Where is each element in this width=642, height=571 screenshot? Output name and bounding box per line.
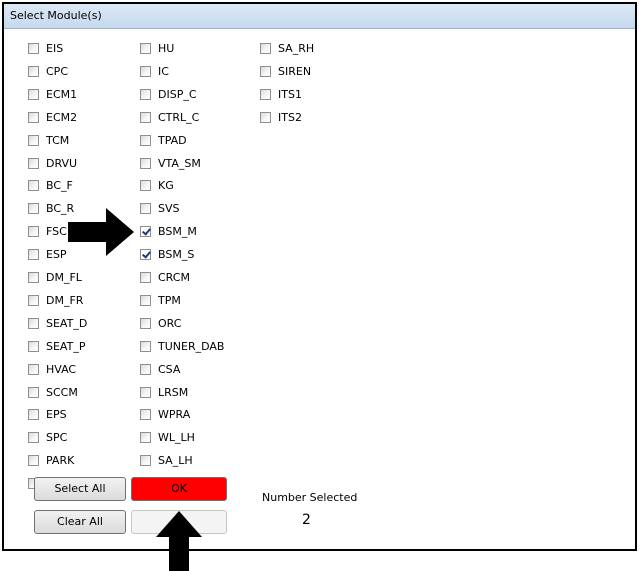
- checkbox-box[interactable]: [28, 455, 39, 467]
- checkbox-label: SCCM: [46, 385, 78, 399]
- checkbox-box[interactable]: [140, 455, 151, 467]
- checkbox-label: SVS: [158, 202, 180, 216]
- checkbox-label: WPRA: [158, 408, 191, 422]
- window-title: Select Module(s): [10, 9, 102, 22]
- ok-button[interactable]: OK: [131, 477, 227, 501]
- checkbox-box[interactable]: [28, 409, 39, 421]
- checkbox-box[interactable]: [140, 134, 151, 146]
- clear-all-button[interactable]: Clear All: [34, 510, 126, 534]
- checkbox-box[interactable]: [140, 340, 151, 352]
- checkbox-label: BSM_S: [158, 248, 195, 262]
- checkbox-box[interactable]: [140, 409, 151, 421]
- checkbox-box[interactable]: [28, 157, 39, 169]
- checkbox-label: DRVU: [46, 156, 78, 170]
- checkbox-label: EPS: [46, 408, 67, 422]
- dialog-client-area: EIS CPC ECM1 ECM2 TCM DRVU BC_F BC_R FSC ESP DM_FL…: [4, 29, 635, 549]
- checkbox-label: DISP_C: [158, 87, 197, 101]
- checkbox-label: LRSM: [158, 385, 189, 399]
- checkbox-label: SA_RH: [278, 42, 315, 55]
- checkbox-box[interactable]: [28, 203, 39, 215]
- checkbox-box[interactable]: [28, 317, 39, 329]
- checkbox-label: SPC: [46, 431, 68, 445]
- checkbox-box[interactable]: [28, 363, 39, 375]
- checkbox-box[interactable]: [28, 340, 39, 352]
- checkbox-label: IC: [158, 64, 169, 78]
- checkbox-label: DM_FL: [46, 271, 82, 284]
- checkbox-label: CSA: [158, 362, 181, 376]
- checkbox-label: HVAC: [46, 362, 77, 376]
- checkbox-box[interactable]: [140, 363, 151, 375]
- checkbox-label: TCM: [46, 133, 70, 147]
- checkbox-box[interactable]: [140, 203, 151, 215]
- checkbox-label: DM_FR: [46, 293, 84, 307]
- checkbox-label: ESP: [46, 248, 67, 262]
- checkbox-label: ECM2: [46, 110, 78, 124]
- checkbox-box[interactable]: [140, 249, 151, 261]
- checkbox-box[interactable]: [260, 65, 271, 77]
- checkbox-box[interactable]: [140, 432, 151, 444]
- checkbox-label: TPAD: [158, 133, 187, 147]
- checkbox-label: ECM1: [46, 87, 78, 101]
- checkbox-box[interactable]: [140, 157, 151, 169]
- checkbox-box[interactable]: [28, 111, 39, 123]
- checkbox-box[interactable]: [28, 272, 39, 283]
- checkbox-label: TUNER_DAB: [158, 339, 225, 353]
- checkbox-label: SIREN: [278, 64, 312, 78]
- number-selected-value: 2: [302, 512, 311, 528]
- checkbox-label: ITS2: [278, 110, 302, 124]
- checkbox-label: SEAT_D: [46, 316, 88, 330]
- checkbox-box[interactable]: [140, 180, 151, 192]
- number-selected-label: Number Selected: [262, 491, 358, 504]
- checkbox-box[interactable]: [140, 43, 151, 54]
- checkbox-box[interactable]: [140, 317, 151, 329]
- checkbox-label: BC_F: [46, 179, 73, 193]
- checkbox-box[interactable]: [28, 65, 39, 77]
- checkbox-box[interactable]: [28, 294, 39, 306]
- checkbox-box[interactable]: [140, 65, 151, 77]
- checkbox-label: CRCM: [158, 271, 190, 284]
- checkbox-label: SA_LH: [158, 454, 193, 468]
- checkbox-label: SEAT_P: [46, 339, 86, 353]
- checkbox-label: ITS1: [278, 87, 302, 101]
- checkbox-label: PARK: [46, 454, 75, 468]
- title-bar: Select Module(s): [4, 4, 635, 29]
- checkbox-box[interactable]: [140, 111, 151, 123]
- checkbox-label: VTA_SM: [158, 156, 201, 170]
- checkbox-box[interactable]: [140, 88, 151, 100]
- checkbox-box[interactable]: [140, 226, 151, 238]
- checkbox-box[interactable]: [28, 43, 39, 54]
- checkbox-label: EIS: [46, 42, 64, 55]
- select-all-button[interactable]: Select All: [34, 477, 126, 501]
- checkbox-box[interactable]: [28, 249, 39, 261]
- checkbox-box[interactable]: [28, 180, 39, 192]
- checkbox-box[interactable]: [28, 134, 39, 146]
- checkbox-box[interactable]: [140, 386, 151, 398]
- checkbox-label: HU: [158, 42, 175, 55]
- checkbox-box[interactable]: [140, 272, 151, 283]
- checkbox-box[interactable]: [260, 88, 271, 100]
- checkbox-label: FSC: [46, 225, 67, 239]
- arrow-right-icon: [68, 208, 134, 256]
- checkbox-box[interactable]: [260, 43, 271, 54]
- checkbox-label: WL_LH: [158, 431, 195, 445]
- checkbox-box[interactable]: [28, 226, 39, 238]
- arrow-up-icon: [156, 511, 202, 571]
- checkbox-label: CPC: [46, 64, 68, 78]
- checkbox-box[interactable]: [28, 432, 39, 444]
- checkbox-box[interactable]: [28, 88, 39, 100]
- checkbox-label: TPM: [158, 293, 181, 307]
- checkbox-label: CTRL_C: [158, 110, 200, 124]
- checkbox-label: ORC: [158, 316, 182, 330]
- checkbox-box[interactable]: [260, 111, 271, 123]
- checkbox-label: BSM_M: [158, 225, 197, 239]
- checkbox-box[interactable]: [28, 386, 39, 398]
- checkbox-label: KG: [158, 179, 174, 193]
- checkbox-box[interactable]: [140, 294, 151, 306]
- select-module-dialog: Select Module(s) EIS CPC ECM1 ECM2 TCM DRVU BC…: [2, 2, 637, 551]
